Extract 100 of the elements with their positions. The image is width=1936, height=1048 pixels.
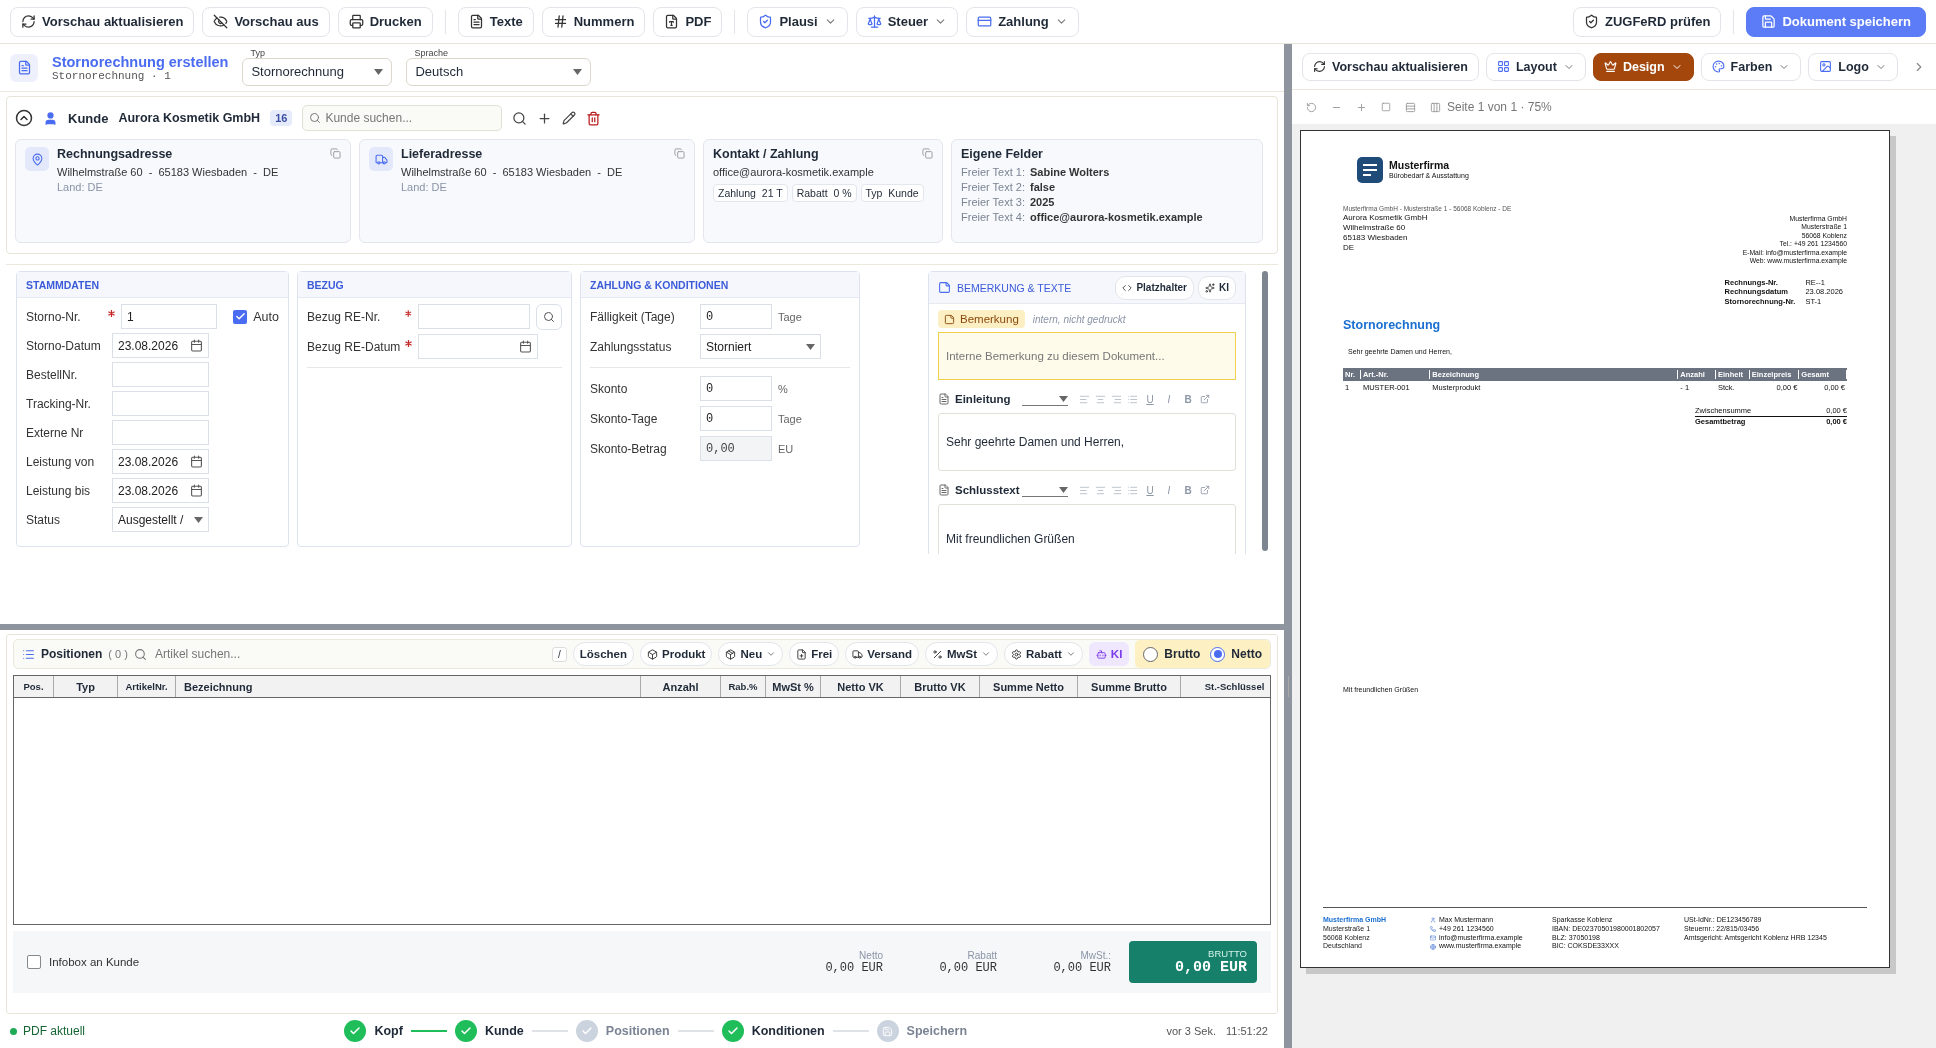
column-header[interactable]: Typ: [54, 676, 118, 697]
toolbar-button[interactable]: Steuer: [855, 6, 959, 37]
total-value: 0,00 EUR: [1053, 960, 1111, 975]
date-field[interactable]: [418, 334, 538, 359]
caret-icon: [374, 68, 384, 75]
logo-icon: [1357, 157, 1383, 183]
package-icon: [725, 648, 737, 660]
toolbar-button[interactable]: Vorschau aktualisieren: [10, 6, 195, 37]
save-icon: [1761, 14, 1777, 29]
scrollbar[interactable]: [1262, 271, 1268, 551]
search-icon: [309, 112, 322, 124]
field-label: Freier Text 4:: [961, 211, 1025, 223]
input-field[interactable]: [417, 304, 530, 329]
document-icon: [16, 60, 32, 75]
input-field[interactable]: [112, 391, 209, 416]
count-label: ( 0 ): [108, 648, 128, 660]
shortcut-key: /: [551, 646, 567, 662]
select-field[interactable]: Storniert: [700, 334, 821, 359]
step-label[interactable]: Kopf: [374, 1024, 403, 1038]
input-field[interactable]: 1: [120, 304, 218, 329]
input-field[interactable]: 0: [700, 376, 772, 401]
checkbox[interactable]: [27, 955, 41, 969]
column-header[interactable]: MwSt %: [766, 676, 821, 697]
country-line: Land: DE: [57, 181, 104, 193]
column-header[interactable]: Rab.%: [721, 676, 766, 697]
column-header[interactable]: Summe Brutto: [1078, 676, 1181, 697]
preview-button[interactable]: Design: [1592, 52, 1694, 81]
toolbar-button[interactable]: Plausi: [747, 6, 848, 37]
step-label[interactable]: Positionen: [605, 1024, 670, 1038]
gear-icon: [1011, 648, 1023, 660]
checkbox[interactable]: [233, 309, 248, 324]
action-button[interactable]: Frei: [789, 642, 840, 666]
select-field[interactable]: Ausgestellt /: [112, 507, 209, 532]
step-connector: [832, 1030, 869, 1032]
field-label: Skonto-Betrag: [590, 441, 668, 456]
zugferd-check-button[interactable]: ZUGFeRD prüfen: [1572, 6, 1722, 37]
step-label[interactable]: Konditionen: [751, 1024, 825, 1038]
input-field[interactable]: 0: [700, 406, 772, 431]
save-button[interactable]: Dokument speichern: [1746, 6, 1926, 37]
search-field[interactable]: Artikel suchen...: [152, 646, 533, 662]
input-field[interactable]: [112, 420, 209, 445]
action-button[interactable]: Neu: [718, 642, 784, 666]
preview-button[interactable]: Layout: [1485, 52, 1586, 81]
column-header[interactable]: Summe Netto: [980, 676, 1078, 697]
field-label: Status: [26, 512, 62, 527]
toolbar-button[interactable]: Drucken: [337, 6, 433, 37]
recipient-line: DE: [1343, 243, 1356, 254]
toolbar-button[interactable]: Zahlung: [966, 6, 1079, 37]
date-field[interactable]: 23.08.2026: [112, 478, 209, 503]
date-field[interactable]: 23.08.2026: [112, 449, 209, 474]
step-label[interactable]: Speichern: [906, 1024, 968, 1038]
caret-icon: [194, 516, 203, 523]
field-label: Freier Text 2:: [961, 181, 1025, 193]
action-button[interactable]: MwSt: [925, 642, 999, 666]
radio-option[interactable]: Netto: [1210, 646, 1262, 662]
calendar-icon: [519, 340, 532, 353]
column-header[interactable]: Bezeichnung: [176, 676, 641, 697]
note-field[interactable]: Interne Bemerkung zu diesem Dokument...: [938, 332, 1236, 380]
date-field[interactable]: 23.08.2026: [112, 333, 209, 358]
toolbar-button[interactable]: Nummern: [541, 6, 646, 37]
select-field[interactable]: Stornorechnung: [242, 57, 393, 86]
select-field[interactable]: Deutsch: [406, 57, 592, 86]
step-connector: [410, 1030, 447, 1032]
toolbar-button[interactable]: PDF: [653, 6, 723, 37]
preview-button[interactable]: Farben: [1700, 52, 1802, 81]
field-label: Bezug RE-Datum: [307, 339, 402, 354]
input-field[interactable]: [112, 362, 209, 387]
cube-icon: [647, 648, 658, 660]
text-editor[interactable]: Mit freundlichen Grüßen: [938, 504, 1236, 554]
shield-icon: [758, 14, 774, 29]
column-header[interactable]: Anzahl: [641, 676, 721, 697]
preview-button[interactable]: Logo: [1808, 52, 1898, 81]
search-button[interactable]: [536, 303, 562, 330]
action-button[interactable]: Produkt: [640, 642, 713, 666]
preview-button[interactable]: Vorschau aktualisieren: [1302, 52, 1479, 81]
action-button[interactable]: KI: [1088, 642, 1130, 666]
toolbar-button[interactable]: Vorschau aus: [202, 6, 330, 37]
column-header[interactable]: ArtikelNr.: [118, 676, 176, 697]
caret-icon: [1059, 395, 1068, 402]
panel-title: ZAHLUNG & KONDITIONEN: [590, 278, 729, 291]
column-header[interactable]: Brutto VK: [901, 676, 980, 697]
column-header[interactable]: St.-Schlüssel: [1181, 676, 1289, 697]
radio-option[interactable]: Brutto: [1143, 646, 1201, 662]
action-button[interactable]: Rabatt: [1004, 642, 1083, 666]
column-header[interactable]: Pos.: [14, 676, 54, 697]
search-field[interactable]: Kunde suchen...: [302, 105, 503, 131]
action-button[interactable]: Versand: [845, 642, 919, 666]
text-button[interactable]: Platzhalter: [1115, 275, 1194, 300]
text-button[interactable]: KI: [1198, 275, 1236, 300]
column-header[interactable]: Netto VK: [821, 676, 901, 697]
step-label[interactable]: Kunde: [484, 1024, 524, 1038]
action-button[interactable]: Löschen: [572, 642, 634, 666]
field-label: Leistung bis: [26, 483, 92, 498]
input-field[interactable]: 0: [700, 304, 772, 329]
toolbar-button[interactable]: Texte: [457, 6, 534, 37]
printer-icon: [348, 14, 364, 29]
field-label: Freier Text 3:: [961, 196, 1025, 208]
text-editor[interactable]: Sehr geehrte Damen und Herren,: [938, 413, 1236, 471]
panel-title: BEZUG: [307, 278, 344, 291]
grid-icon: [1496, 60, 1510, 73]
